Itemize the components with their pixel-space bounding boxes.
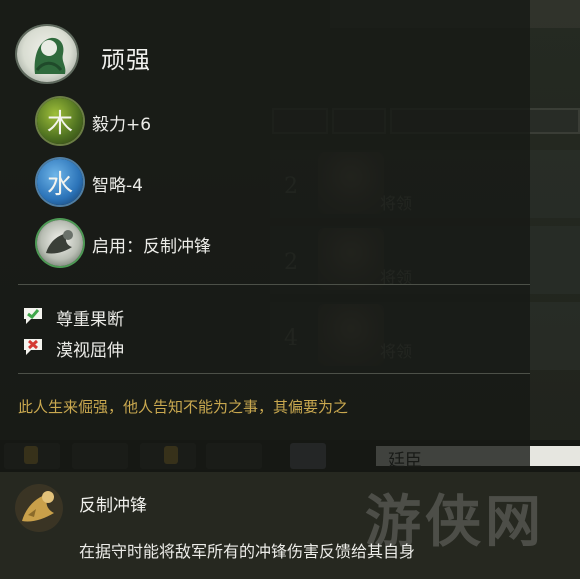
- trait-portrait-icon: [17, 26, 77, 82]
- site-watermark: 游侠网: [365, 490, 545, 555]
- skill-name: 反制冲锋: [79, 496, 147, 516]
- flavor-text: 此人生来倔强，他人告知不能为之事，其偏要为之: [18, 398, 349, 416]
- effect-label: 智略-4: [92, 176, 143, 196]
- counter-charge-skill-icon: [37, 220, 83, 266]
- counter-charge-skill-icon: [15, 484, 63, 532]
- relation-label: 尊重果断: [56, 310, 124, 330]
- green-check-speech-icon: [24, 308, 42, 324]
- effect-label: 毅力+6: [92, 115, 152, 135]
- water-element-icon: 水: [37, 159, 83, 205]
- effect-label: 启用：反制冲锋: [92, 237, 211, 257]
- relation-label: 漠视屈伸: [56, 341, 124, 361]
- divider: [18, 284, 530, 285]
- divider: [18, 373, 530, 374]
- trait-title: 顽强: [101, 46, 151, 74]
- red-cross-speech-icon: [24, 339, 42, 355]
- trait-tooltip-panel: 顽强 木 毅力+6 水 智略-4 启用：反制冲锋 尊重果断 漠视屈伸 此人生来倔…: [0, 0, 530, 470]
- wood-element-icon: 木: [37, 98, 83, 144]
